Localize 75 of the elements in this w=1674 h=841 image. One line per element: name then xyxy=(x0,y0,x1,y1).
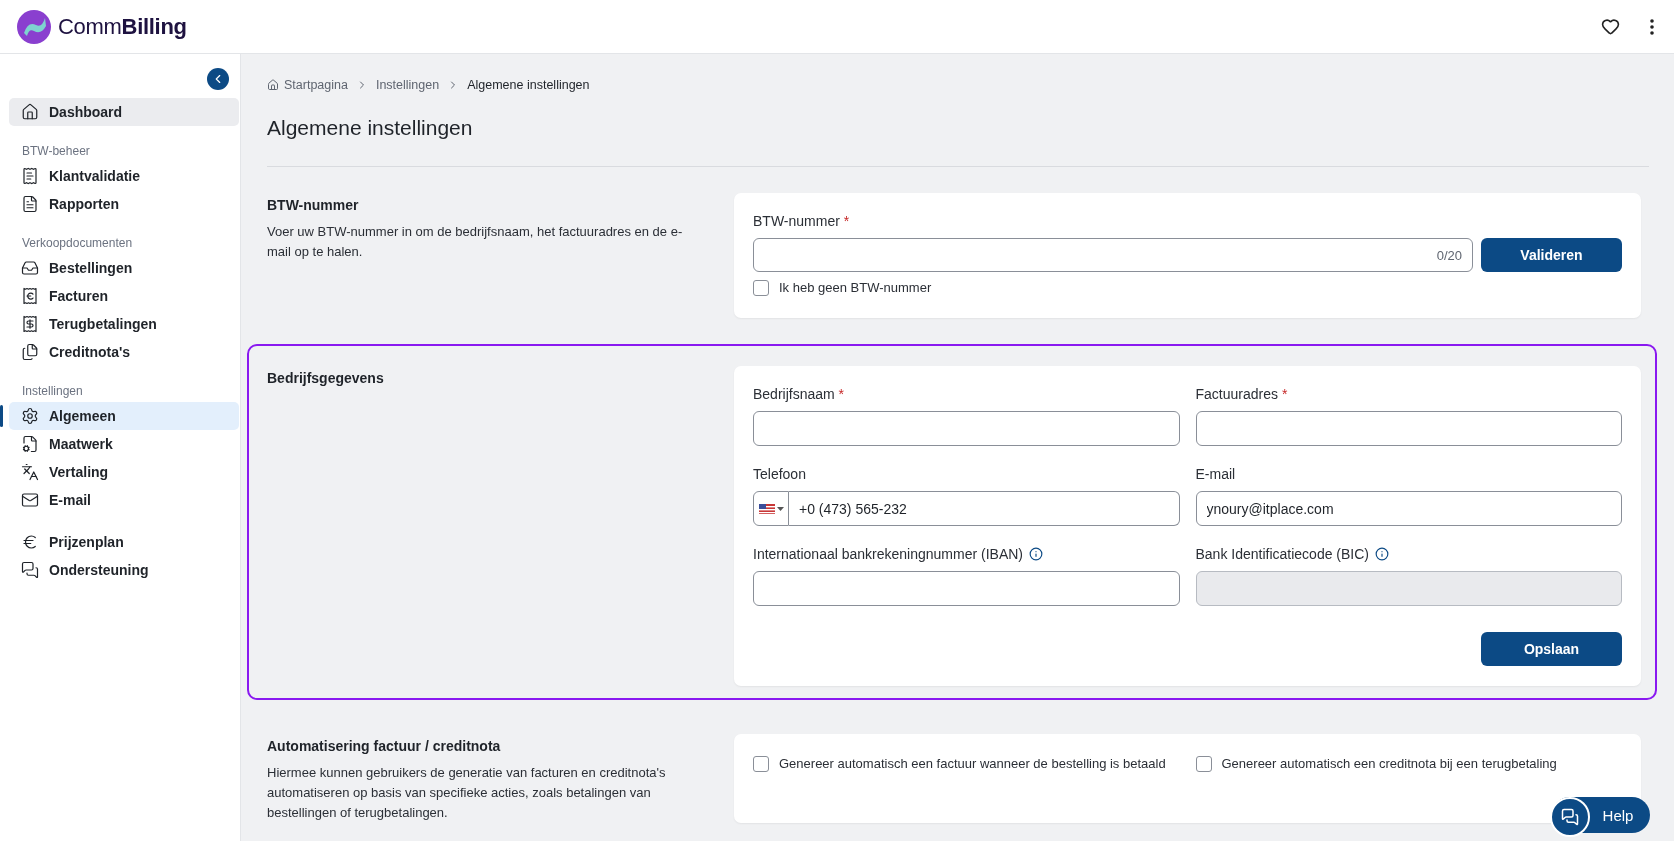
field-label: Factuuradres * xyxy=(1195,386,1288,402)
receipt-icon xyxy=(21,167,39,185)
field-label: Bedrijfsnaam * xyxy=(753,386,845,402)
breadcrumb-link[interactable]: Startpagina xyxy=(267,78,348,92)
section-title: Bedrijfsgegevens xyxy=(267,370,385,386)
euro-receipt-icon xyxy=(21,287,39,305)
sidebar-group-title: Instellingen xyxy=(21,383,84,400)
sidebar-item[interactable]: Bestellingen xyxy=(9,254,239,282)
logo-text: CommBilling xyxy=(58,13,187,40)
info-icon[interactable] xyxy=(1029,547,1044,561)
sidebar-item[interactable]: Maatwerk xyxy=(9,430,239,458)
sidebar-item[interactable]: Vertaling xyxy=(9,458,239,486)
validate-button[interactable]: Valideren xyxy=(1481,238,1622,272)
field-label: Bank Identificatiecode (BIC) xyxy=(1195,546,1370,562)
checkbox-label: Genereer automatisch een factuur wanneer de bestelling is betaald xyxy=(779,755,1166,773)
breadcrumb-link[interactable]: Instellingen xyxy=(375,78,440,92)
sidebar-item[interactable]: Facturen xyxy=(9,282,239,310)
sidebar-item[interactable]: Ondersteuning xyxy=(9,556,239,584)
mail-icon xyxy=(21,491,39,509)
input-field[interactable] xyxy=(753,571,1180,606)
chat-bubbles-icon xyxy=(1561,808,1579,826)
checkbox-box[interactable] xyxy=(1195,756,1212,772)
input-field[interactable] xyxy=(1195,411,1622,446)
field-label: Telefoon xyxy=(753,466,806,482)
logo-icon xyxy=(16,8,52,45)
sidebar-item[interactable]: Rapporten xyxy=(9,190,239,218)
heart-icon xyxy=(1601,17,1620,36)
document-icon xyxy=(21,195,39,213)
sidebar-item[interactable]: Klantvalidatie xyxy=(9,162,239,190)
home-icon xyxy=(21,103,39,121)
checkbox-label: Ik heb geen BTW-nummer xyxy=(779,279,932,297)
input-field[interactable] xyxy=(753,411,1180,446)
field-label: Internationaal bankrekeningnummer (IBAN) xyxy=(753,546,1024,562)
flag-icon xyxy=(758,503,775,514)
section-description: Voer uw BTW-nummer in om de bedrijfsnaam, het factuuradres en de e-mail op te halen. xyxy=(267,223,684,261)
chat-icon xyxy=(21,561,39,579)
sidebar-item[interactable]: Prijzenplan xyxy=(9,528,239,556)
country-select[interactable] xyxy=(753,491,789,526)
section-title: BTW-nummer xyxy=(267,197,360,213)
input-field[interactable]: 0/20 xyxy=(753,238,1473,272)
sidebar-item[interactable]: Creditnota's xyxy=(9,338,239,366)
checkbox-box[interactable] xyxy=(753,756,769,772)
sidebar-group-title: BTW-beheer xyxy=(21,143,91,160)
caret-icon xyxy=(776,506,784,511)
checkbox-box[interactable] xyxy=(753,280,769,296)
save-button[interactable]: Opslaan xyxy=(1481,632,1622,666)
checkbox[interactable]: Genereer automatisch een factuur wanneer de bestelling is betaald xyxy=(753,754,1180,774)
translate-icon xyxy=(21,463,39,481)
inbox-icon xyxy=(21,259,39,277)
gear-icon xyxy=(21,407,39,425)
page-title: Algemene instellingen xyxy=(267,116,474,140)
field-label: E-mail xyxy=(1195,466,1236,482)
phone-field[interactable]: +0 (473) 565-232 xyxy=(789,491,1180,526)
checkbox-label: Genereer automatisch een creditnota bij een terugbetaling xyxy=(1221,755,1557,773)
section-title: Automatisering factuur / creditnota xyxy=(267,738,502,754)
input-field[interactable]: ynoury@itplace.com xyxy=(1195,491,1622,526)
field-label: BTW-nummer * xyxy=(753,213,850,229)
section-description: Hiermee kunnen gebruikers de generatie van facturen en creditnota's automatiseren op basis van specifieke acties, zoals betalingen van bestellingen of terugbetalingen. xyxy=(267,764,667,822)
sidebar-item[interactable]: E-mail xyxy=(9,486,239,514)
collapse-button[interactable] xyxy=(207,68,229,90)
active-indicator xyxy=(0,405,3,427)
euro-icon xyxy=(21,533,39,551)
documents-icon xyxy=(21,343,39,361)
sidebar-group-title: Verkoopdocumenten xyxy=(21,235,134,252)
document-gear-icon xyxy=(21,435,39,453)
receipt-icon xyxy=(21,315,39,333)
sidebar-item[interactable]: Algemeen xyxy=(9,402,239,430)
checkbox[interactable]: Genereer automatisch een creditnota bij een terugbetaling xyxy=(1195,754,1622,774)
home-icon xyxy=(267,79,279,91)
character-counter: 0/20 xyxy=(1436,247,1462,263)
checkbox[interactable]: Ik heb geen BTW-nummer xyxy=(753,278,1622,298)
breadcrumb-link[interactable]: Algemene instellingen xyxy=(467,78,590,92)
sidebar-item[interactable]: Terugbetalingen xyxy=(9,310,239,338)
sidebar-item[interactable]: Dashboard xyxy=(9,98,239,126)
more-icon xyxy=(1650,18,1654,35)
